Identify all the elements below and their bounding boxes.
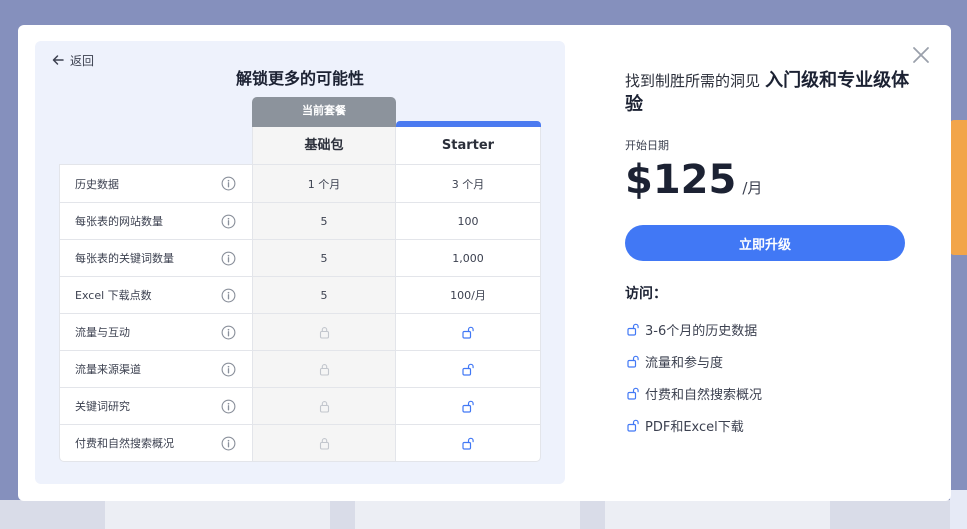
price: $125 /月 [625, 157, 762, 203]
row-label: 每张表的关键词数量 [75, 252, 174, 265]
lock-icon [319, 400, 329, 413]
comparison-panel: 返回 解锁更多的可能性 当前套餐 基础包 Starter 历史数据 1 个月 3 个… [35, 41, 565, 484]
table-row: 每张表的网站数量 5 100 [60, 202, 540, 239]
unlock-icon [461, 326, 474, 339]
column-basic: 基础包 [252, 127, 396, 164]
starter-value [396, 425, 540, 461]
unlock-icon [461, 437, 474, 450]
upgrade-modal: 返回 解锁更多的可能性 当前套餐 基础包 Starter 历史数据 1 个月 3 个… [18, 25, 951, 501]
unlock-icon [627, 323, 639, 336]
background-card [105, 500, 330, 529]
table-row: 流量与互动 [60, 313, 540, 350]
access-item-label: 付费和自然搜索概况 [645, 387, 763, 403]
row-label-cell: Excel 下载点数 [60, 277, 252, 313]
access-item: 付费和自然搜索概况 [627, 377, 762, 409]
access-list: 3-6个月的历史数据 流量和参与度付费和自然搜索概况 PDF和Excel下载 [627, 313, 762, 441]
offer-panel: 找到制胜所需的洞见 入门级和专业级体验 开始日期 $125 /月 立即升级 访问… [625, 25, 925, 501]
info-icon[interactable] [221, 399, 236, 414]
info-icon[interactable] [221, 362, 236, 377]
starter-value: 3 个月 [451, 177, 485, 191]
access-item: PDF和Excel下载 [627, 409, 762, 441]
row-label: 每张表的网站数量 [75, 215, 163, 228]
background-card [355, 500, 580, 529]
lock-icon [319, 363, 329, 376]
unlock-icon [627, 387, 639, 400]
access-item-label: PDF和Excel下载 [645, 419, 744, 435]
price-period: /月 [742, 179, 763, 197]
starter-value [396, 388, 540, 424]
access-item: 3-6个月的历史数据 [627, 313, 762, 345]
basic-value: 5 [252, 277, 396, 313]
row-label-cell: 关键词研究 [60, 388, 252, 424]
table-row: 历史数据 1 个月 3 个月 [60, 165, 540, 202]
access-title: 访问： [625, 286, 667, 302]
row-label: 付费和自然搜索概况 [75, 437, 174, 450]
row-label: 关键词研究 [75, 400, 130, 413]
basic-value: 5 [252, 240, 396, 276]
starter-value: 100 [457, 214, 479, 228]
unlock-icon [627, 419, 639, 432]
start-date-label: 开始日期 [625, 139, 669, 152]
background-peek [950, 490, 967, 529]
basic-value [252, 425, 396, 461]
info-icon[interactable] [221, 214, 236, 229]
unlock-icon [461, 363, 474, 376]
offer-headline: 找到制胜所需的洞见 入门级和专业级体验 [625, 69, 915, 117]
basic-value [252, 351, 396, 387]
table-row: Excel 下载点数 5 100/月 [60, 276, 540, 313]
unlock-icon [627, 355, 639, 368]
lock-icon [319, 326, 329, 339]
table-body: 历史数据 1 个月 3 个月每张表的网站数量 5 100 每张表的关键词数量 5 1,000 E… [59, 164, 541, 462]
table-row: 关键词研究 [60, 387, 540, 424]
column-starter: Starter [396, 127, 541, 164]
background-peek [950, 120, 967, 255]
row-label-cell: 历史数据 [60, 165, 252, 202]
starter-value [396, 314, 540, 350]
row-label: Excel 下载点数 [75, 289, 152, 302]
row-label-cell: 流量来源渠道 [60, 351, 252, 387]
lock-icon [319, 437, 329, 450]
panel-title: 解锁更多的可能性 [235, 69, 364, 88]
row-label-cell: 每张表的关键词数量 [60, 240, 252, 276]
starter-value [396, 351, 540, 387]
row-label: 历史数据 [75, 177, 119, 191]
basic-value [252, 314, 396, 350]
info-icon[interactable] [221, 325, 236, 340]
starter-value: 100/月 [450, 289, 486, 302]
info-icon[interactable] [221, 436, 236, 451]
basic-value [252, 388, 396, 424]
current-plan-tag: 当前套餐 [252, 97, 396, 127]
table-row: 付费和自然搜索概况 [60, 424, 540, 461]
headline-light: 找到制胜所需的洞见 [625, 72, 761, 90]
row-label: 流量来源渠道 [75, 363, 141, 376]
upgrade-button[interactable]: 立即升级 [625, 225, 905, 261]
access-item-label: 流量和参与度 [645, 355, 724, 371]
row-label-cell: 流量与互动 [60, 314, 252, 350]
price-amount: $125 [625, 157, 737, 203]
row-label-cell: 每张表的网站数量 [60, 203, 252, 239]
info-icon[interactable] [221, 251, 236, 266]
row-label: 流量与互动 [75, 326, 130, 339]
table-header: 基础包 Starter [59, 127, 541, 164]
unlock-icon [461, 400, 474, 413]
starter-value: 1,000 [452, 251, 484, 265]
basic-value: 1 个月 [252, 165, 396, 202]
access-item: 流量和参与度 [627, 345, 762, 377]
plan-comparison-table: 基础包 Starter 历史数据 1 个月 3 个月 每张表的网站数量 5 100 每张表的… [59, 127, 541, 462]
row-label-cell: 付费和自然搜索概况 [60, 425, 252, 461]
access-item-label: 3-6个月的历史数据 [645, 323, 758, 339]
background-card [605, 500, 830, 529]
table-row: 流量来源渠道 [60, 350, 540, 387]
table-row: 每张表的关键词数量 5 1,000 [60, 239, 540, 276]
info-icon[interactable] [221, 288, 236, 303]
basic-value: 5 [252, 203, 396, 239]
info-icon[interactable] [221, 176, 236, 191]
